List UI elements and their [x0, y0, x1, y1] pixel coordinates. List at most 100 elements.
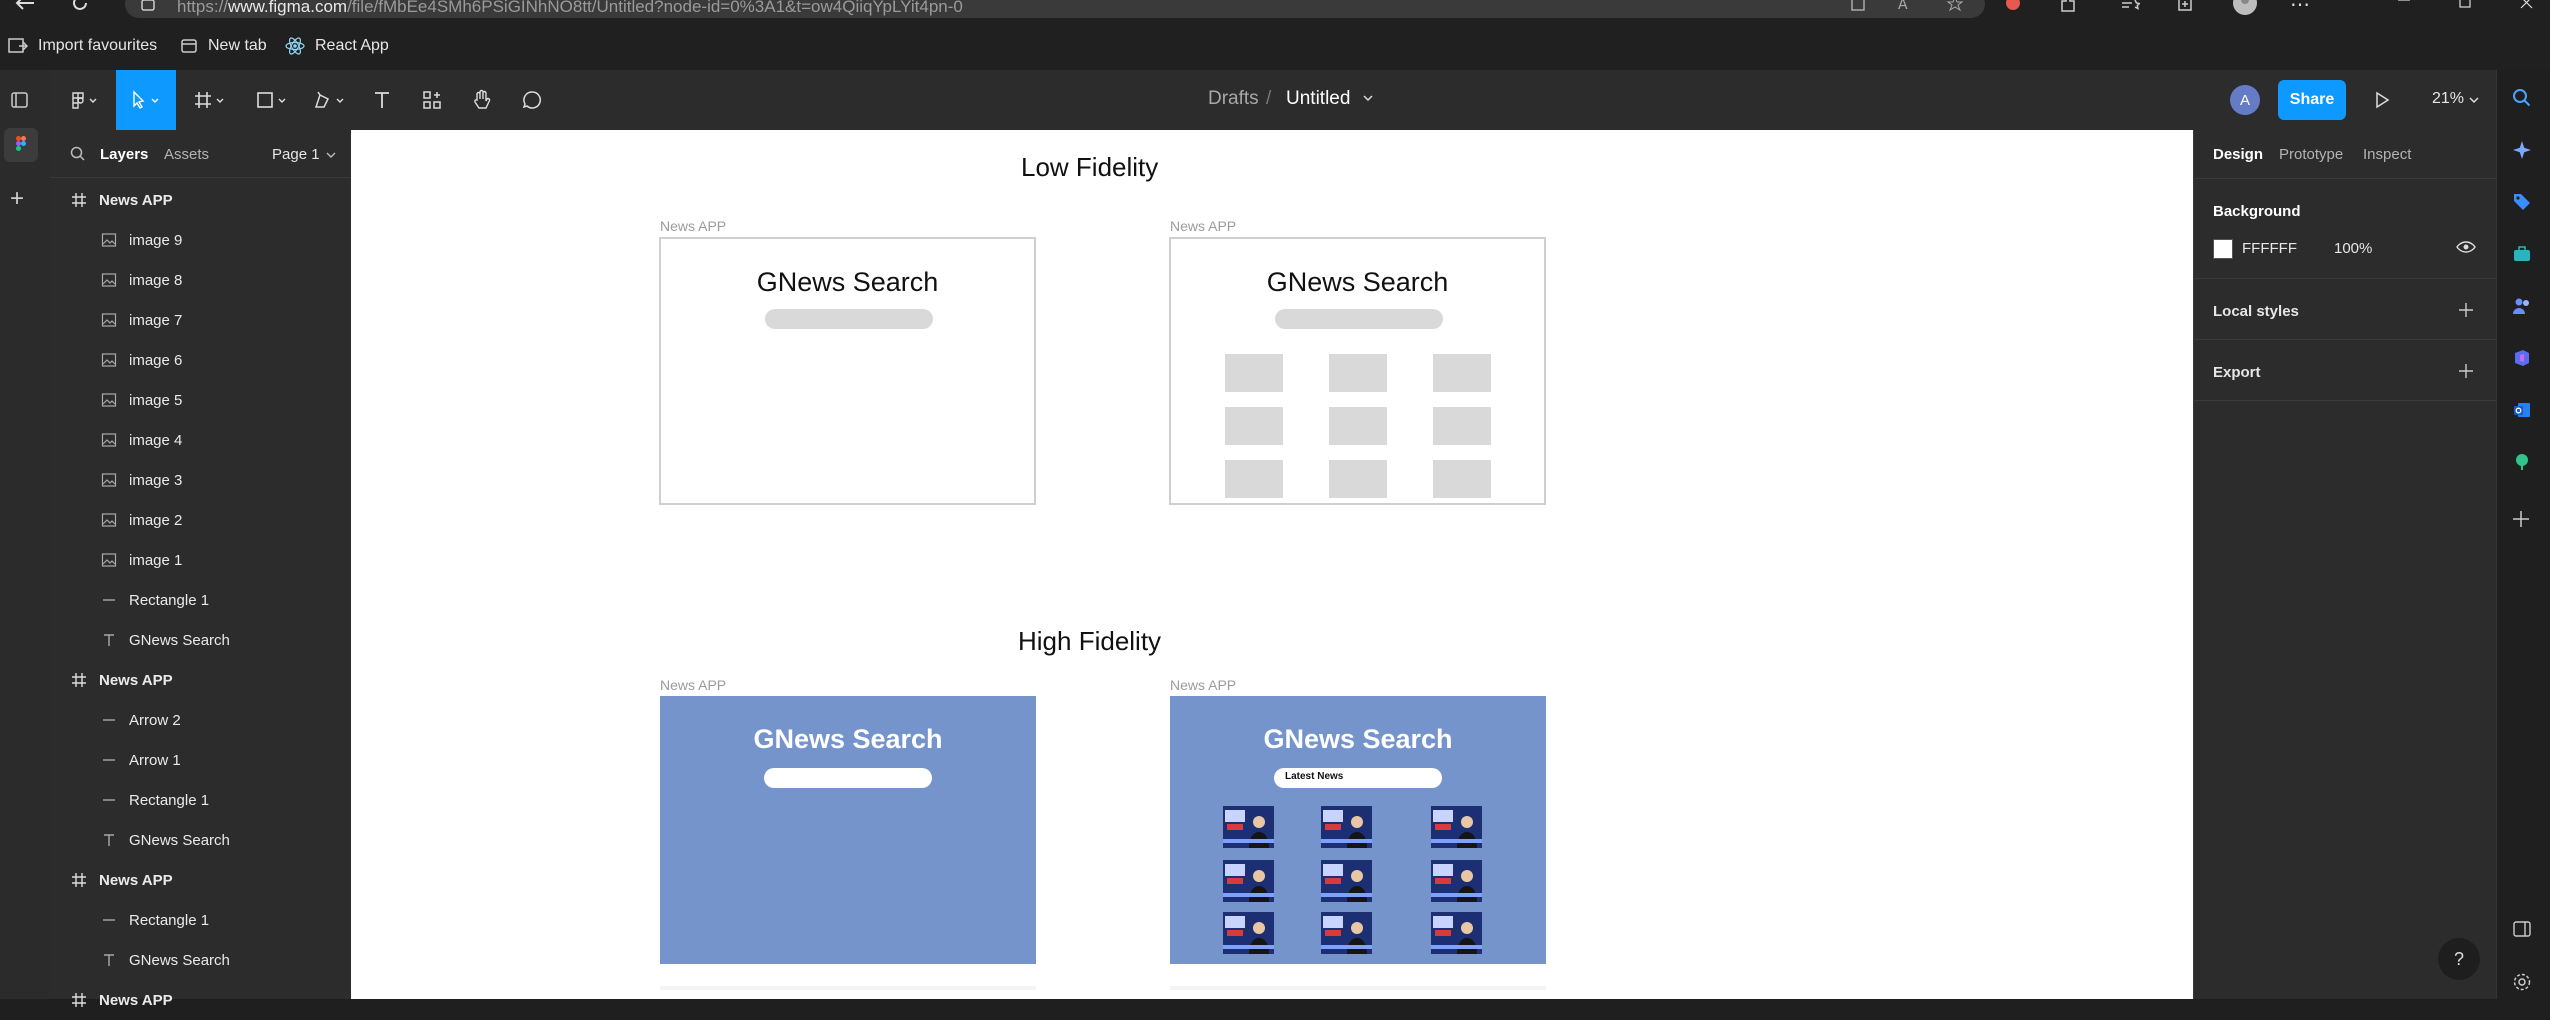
bookmark-import-favourites[interactable]: Import favourites: [8, 34, 157, 58]
page-selector[interactable]: Page 1: [272, 146, 336, 163]
layer-row[interactable]: image 1: [50, 540, 350, 580]
frame-label[interactable]: News APP: [660, 218, 726, 234]
settings-gear-icon[interactable]: [2512, 972, 2532, 992]
layer-row[interactable]: image 7: [50, 300, 350, 340]
bookmark-react-app[interactable]: React App: [285, 34, 389, 58]
extensions-puzzle-icon[interactable]: [2058, 0, 2078, 13]
zoom-chevron-icon[interactable]: [2468, 94, 2480, 106]
share-button[interactable]: Share: [2278, 80, 2346, 120]
collections-icon[interactable]: [2176, 0, 2196, 13]
favorite-star-icon[interactable]: [1946, 0, 1964, 12]
new-tab-plus-icon[interactable]: +: [10, 185, 24, 213]
layer-row[interactable]: image 3: [50, 460, 350, 500]
profile-avatar-icon[interactable]: [2230, 0, 2260, 16]
layer-row[interactable]: GNews Search: [50, 940, 350, 980]
bookmark-new-tab[interactable]: New tab: [180, 34, 267, 58]
tab-inspect[interactable]: Inspect: [2363, 146, 2411, 163]
tab-prototype[interactable]: Prototype: [2279, 146, 2343, 163]
search-sidebar-icon[interactable]: [2512, 88, 2532, 108]
layer-row[interactable]: image 6: [50, 340, 350, 380]
layer-row[interactable]: GNews Search: [50, 820, 350, 860]
layer-row[interactable]: Arrow 1: [50, 740, 350, 780]
url-text[interactable]: https://www.figma.com/file/fMbEe4SMh6PSi…: [177, 0, 963, 17]
minimize-icon[interactable]: [2397, 0, 2411, 10]
text-tool-button[interactable]: [362, 70, 402, 130]
layer-row[interactable]: Arrow 2: [50, 700, 350, 740]
layer-row[interactable]: image 9: [50, 220, 350, 260]
layer-row[interactable]: GNews Search: [50, 620, 350, 660]
app-available-icon[interactable]: [1850, 0, 1866, 12]
hifi-frame-search[interactable]: GNews Search: [660, 696, 1036, 964]
layer-row-frame[interactable]: News APP: [50, 660, 350, 700]
hand-tool-button[interactable]: [460, 70, 504, 130]
resources-button[interactable]: [410, 70, 454, 130]
tab-assets[interactable]: Assets: [164, 146, 209, 163]
tab-design[interactable]: Design: [2213, 146, 2263, 163]
background-hex-input[interactable]: FFFFFF: [2242, 240, 2297, 257]
layer-row-frame[interactable]: News APP: [50, 980, 350, 1020]
present-play-icon[interactable]: [2373, 90, 2391, 110]
people-icon[interactable]: [2512, 296, 2532, 316]
breadcrumb-drafts[interactable]: Drafts: [1208, 88, 1259, 110]
tab-actions-icon[interactable]: [10, 90, 30, 110]
background-swatch[interactable]: [2213, 239, 2233, 259]
back-icon[interactable]: [14, 0, 36, 12]
more-menu-icon[interactable]: ⋯: [2290, 0, 2310, 17]
office-icon[interactable]: [2512, 348, 2532, 368]
add-style-plus-icon[interactable]: [2458, 302, 2474, 318]
site-info-icon[interactable]: [140, 0, 156, 13]
design-canvas[interactable]: Low Fidelity News APP GNews Search News …: [351, 130, 2193, 999]
copilot-sparkle-icon[interactable]: [2512, 140, 2532, 160]
layer-row[interactable]: image 8: [50, 260, 350, 300]
file-name[interactable]: Untitled: [1286, 88, 1350, 110]
tree-icon[interactable]: [2512, 452, 2532, 472]
app-title: GNews Search: [753, 724, 943, 754]
file-menu-chevron-icon[interactable]: [1362, 92, 1374, 104]
zoom-level[interactable]: 21%: [2432, 90, 2464, 108]
add-sidebar-plus-icon[interactable]: [2512, 510, 2530, 528]
extension-icon[interactable]: [2003, 0, 2023, 13]
tools-briefcase-icon[interactable]: [2512, 244, 2532, 264]
layer-row[interactable]: Rectangle 1: [50, 780, 350, 820]
search-icon[interactable]: [70, 146, 86, 162]
visibility-eye-icon[interactable]: [2456, 240, 2476, 254]
hifi-frame-results[interactable]: GNews Search Latest News: [1170, 696, 1546, 964]
layer-row-frame[interactable]: News APP: [50, 180, 350, 220]
lofi-frame-search[interactable]: GNews Search: [659, 237, 1036, 505]
restore-icon[interactable]: [2459, 0, 2473, 10]
outlook-icon[interactable]: [2512, 400, 2532, 420]
figma-tab-icon[interactable]: [4, 128, 38, 162]
add-export-plus-icon[interactable]: [2458, 363, 2474, 379]
layer-row[interactable]: image 4: [50, 420, 350, 460]
frame-label[interactable]: News APP: [660, 677, 726, 693]
favorites-icon[interactable]: [2120, 0, 2140, 13]
reload-icon[interactable]: [70, 0, 90, 12]
lofi-frame-results[interactable]: GNews Search: [1169, 237, 1546, 505]
high-fidelity-title[interactable]: High Fidelity: [1018, 626, 1161, 657]
pen-tool-button[interactable]: [306, 70, 356, 130]
layer-row[interactable]: Rectangle 1: [50, 900, 350, 940]
shopping-tag-icon[interactable]: [2512, 192, 2532, 212]
comment-tool-button[interactable]: [510, 70, 554, 130]
user-avatar[interactable]: A: [2230, 85, 2260, 115]
main-menu-button[interactable]: [60, 70, 110, 130]
background-opacity-input[interactable]: 100%: [2334, 240, 2372, 257]
frame-tool-button[interactable]: [186, 70, 236, 130]
layer-row[interactable]: Rectangle 1: [50, 580, 350, 620]
move-tool-button[interactable]: [116, 70, 176, 130]
hide-sidebar-icon[interactable]: [2512, 920, 2532, 938]
help-button[interactable]: ?: [2438, 938, 2480, 980]
low-fidelity-title[interactable]: Low Fidelity: [1021, 152, 1158, 183]
app-title: GNews Search: [756, 267, 939, 297]
tab-layers[interactable]: Layers: [100, 146, 148, 163]
close-window-icon[interactable]: [2520, 0, 2534, 10]
read-aloud-icon[interactable]: A: [1898, 0, 1918, 12]
shape-tool-button[interactable]: [248, 70, 298, 130]
frame-label[interactable]: News APP: [1170, 677, 1236, 693]
text-layer-icon: [100, 831, 118, 849]
bookmark-label: React App: [315, 37, 389, 54]
frame-label[interactable]: News APP: [1170, 218, 1236, 234]
layer-row-frame[interactable]: News APP: [50, 860, 350, 900]
layer-row[interactable]: image 5: [50, 380, 350, 420]
layer-row[interactable]: image 2: [50, 500, 350, 540]
